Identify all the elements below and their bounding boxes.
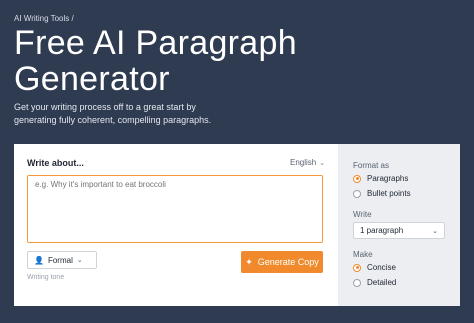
language-dropdown[interactable]: English ⌄ — [290, 158, 325, 167]
format-option-label: Bullet points — [367, 189, 411, 198]
tone-icon: 👤 — [34, 255, 44, 265]
write-about-label: Write about... — [27, 158, 84, 168]
write-length-select[interactable]: 1 paragraph ⌄ — [353, 222, 445, 239]
radio-unchecked-icon — [353, 189, 361, 198]
tone-label: Writing tone — [27, 274, 65, 281]
chevron-down-icon: ⌄ — [432, 227, 438, 235]
page-title-line2: Generator — [14, 60, 170, 98]
write-label: Write — [353, 210, 372, 219]
format-option-paragraphs[interactable]: Paragraphs — [353, 174, 408, 183]
page-title-line1: Free AI Paragraph — [14, 24, 297, 62]
breadcrumb[interactable]: AI Writing Tools / — [14, 14, 74, 23]
options-panel: Format as Paragraphs Bullet points Write… — [338, 144, 460, 306]
sparkle-icon: ✦ — [245, 256, 253, 267]
generator-card: Write about... English⌄ 👤 Formal ⌄ Writi… — [14, 144, 460, 306]
make-option-detailed[interactable]: Detailed — [353, 278, 396, 287]
chevron-down-icon: ⌄ — [319, 160, 326, 167]
page-subtitle: Get your writing process off to a great … — [14, 102, 212, 125]
format-option-label: Paragraphs — [367, 174, 409, 183]
make-label: Make — [353, 250, 373, 259]
write-length-value: 1 paragraph — [360, 226, 404, 235]
make-option-label: Concise — [367, 263, 396, 272]
chevron-down-icon: ⌄ — [76, 257, 83, 264]
input-panel: Write about... English⌄ 👤 Formal ⌄ Writi… — [14, 144, 338, 306]
tone-value: Formal — [47, 255, 73, 265]
radio-checked-icon — [353, 263, 361, 272]
radio-checked-icon — [353, 174, 361, 183]
radio-unchecked-icon — [353, 278, 361, 287]
page-title: Free AI Paragraph Generator — [14, 25, 297, 97]
make-option-concise[interactable]: Concise — [353, 263, 396, 272]
topic-textarea[interactable] — [27, 175, 323, 243]
tone-dropdown[interactable]: 👤 Formal ⌄ — [27, 251, 97, 269]
generate-copy-button[interactable]: ✦ Generate Copy — [241, 251, 323, 273]
make-option-label: Detailed — [367, 278, 397, 287]
format-option-bullet-points[interactable]: Bullet points — [353, 189, 411, 198]
language-value: English — [290, 158, 317, 167]
format-label: Format as — [353, 161, 390, 170]
generate-copy-label: Generate Copy — [257, 257, 319, 267]
